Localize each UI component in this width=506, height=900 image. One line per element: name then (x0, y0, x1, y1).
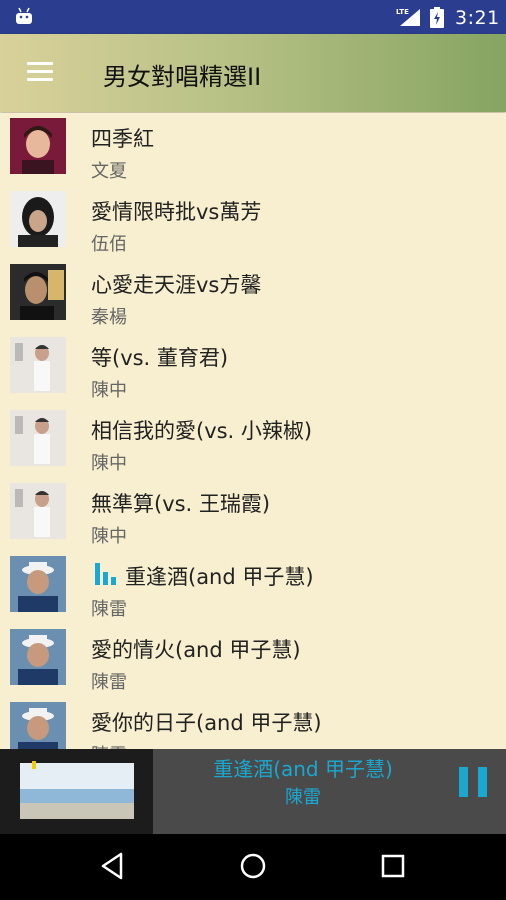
album-thumbnail (10, 191, 66, 247)
app-bar: 男女對唱精選II (0, 34, 506, 112)
song-artist: 陳雷 (91, 672, 127, 693)
android-icon (16, 7, 32, 24)
album-thumbnail (10, 556, 66, 612)
now-playing-title: 重逢酒(and 甲子慧) (213, 757, 393, 781)
equalizer-icon (95, 563, 116, 585)
song-artist: 陳中 (91, 526, 127, 547)
song-artist: 伍佰 (91, 234, 127, 255)
now-playing-artist: 陳雷 (285, 787, 321, 808)
list-item[interactable]: 愛的情火(and 甲子慧) 陳雷 (0, 624, 506, 699)
song-title: 愛情限時批vs萬芳 (91, 200, 262, 224)
song-list[interactable]: 四季紅 文夏 愛情限時批vs萬芳 伍佰 心愛走天涯vs方馨 秦楊 等(vs. 董… (0, 113, 506, 749)
list-item[interactable]: 等(vs. 董育君) 陳中 (0, 332, 506, 407)
song-title: 心愛走天涯vs方馨 (91, 273, 262, 297)
page-title: 男女對唱精選II (103, 63, 262, 91)
album-thumbnail (10, 410, 66, 466)
album-thumbnail (10, 702, 66, 749)
recents-icon[interactable] (377, 850, 409, 882)
song-title: 四季紅 (91, 127, 154, 151)
back-icon[interactable] (97, 850, 129, 882)
list-item[interactable]: 四季紅 文夏 (0, 113, 506, 188)
album-thumbnail (10, 264, 66, 320)
status-time: 3:21 (455, 7, 500, 29)
list-item[interactable]: 無準算(vs. 王瑞霞) 陳中 (0, 478, 506, 553)
song-title: 等(vs. 董育君) (91, 346, 229, 370)
song-artist: 陳中 (91, 380, 127, 401)
pause-button[interactable] (459, 767, 487, 797)
album-thumbnail (10, 118, 66, 174)
song-artist: 文夏 (91, 161, 127, 182)
hamburger-menu-icon[interactable] (27, 62, 53, 82)
list-item-playing[interactable]: 重逢酒(and 甲子慧) 陳雷 (0, 551, 506, 626)
lte-signal-icon: LTE (396, 7, 420, 26)
status-bar: LTE 3:21 (0, 0, 506, 34)
list-item[interactable]: 相信我的愛(vs. 小辣椒) 陳中 (0, 405, 506, 480)
song-title: 重逢酒(and 甲子慧) (125, 565, 314, 589)
list-item[interactable]: 愛你的日子(and 甲子慧) 陳雷 (0, 697, 506, 749)
navigation-bar (0, 834, 506, 900)
album-thumbnail (10, 337, 66, 393)
song-title: 愛的情火(and 甲子慧) (91, 638, 301, 662)
album-thumbnail (10, 483, 66, 539)
battery-icon (430, 7, 444, 28)
album-thumbnail (10, 629, 66, 685)
pause-icon (459, 767, 468, 797)
home-icon[interactable] (237, 850, 269, 882)
song-artist: 陳中 (91, 453, 127, 474)
song-title: 無準算(vs. 王瑞霞) (91, 492, 271, 516)
song-artist: 陳雷 (91, 741, 127, 749)
svg-text:LTE: LTE (396, 8, 409, 16)
song-title: 愛你的日子(and 甲子慧) (91, 711, 322, 735)
now-playing-bar[interactable]: 重逢酒(and 甲子慧) 陳雷 (0, 749, 506, 834)
list-item[interactable]: 心愛走天涯vs方馨 秦楊 (0, 259, 506, 334)
song-title: 相信我的愛(vs. 小辣椒) (91, 419, 313, 443)
song-artist: 陳雷 (91, 599, 127, 620)
song-artist: 秦楊 (91, 307, 127, 328)
list-item[interactable]: 愛情限時批vs萬芳 伍佰 (0, 186, 506, 261)
